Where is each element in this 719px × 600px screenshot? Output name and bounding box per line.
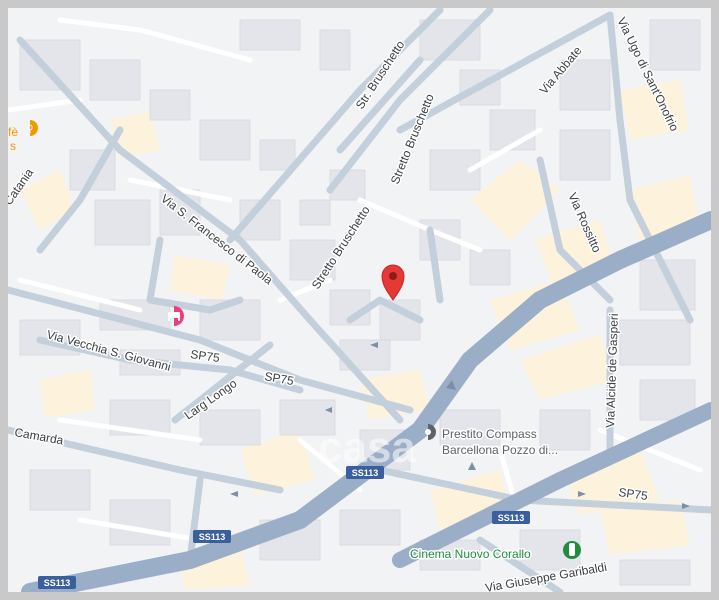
map-canvas[interactable]: SS113 SS113 SS113 SS113 casa Str. Brusch… (8, 8, 711, 592)
poi-label-cinema: Cinema Nuovo Corallo (410, 547, 531, 561)
road-shield-label: SS113 (199, 532, 226, 542)
road-shield-ss113-west: SS113 (38, 576, 76, 589)
road-shield-ss113-east: SS113 (492, 511, 530, 524)
map-frame: SS113 SS113 SS113 SS113 casa Str. Brusch… (0, 0, 719, 600)
road-shield-label: SS113 (498, 513, 525, 523)
poi-cafe-label-2: s (10, 139, 16, 153)
poi-cafe-label: fè (8, 125, 18, 139)
svg-text:⚲: ⚲ (26, 124, 33, 135)
poi-label-prestito-line1: Prestito Compass (442, 427, 537, 441)
poi-label-prestito-line2: Barcellona Pozzo di... (442, 443, 558, 457)
road-shield-label: SS113 (44, 578, 71, 588)
watermark: casa (318, 423, 416, 472)
road-shield-ss113-mid: SS113 (193, 530, 231, 543)
